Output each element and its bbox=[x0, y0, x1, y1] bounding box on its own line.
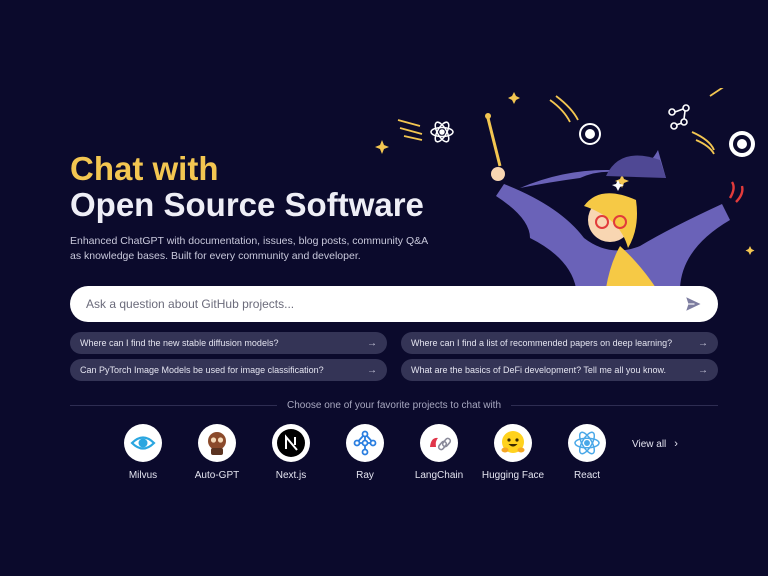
arrow-right-icon: → bbox=[698, 364, 708, 376]
octocat-icon bbox=[729, 131, 755, 157]
view-all-label: View all bbox=[632, 438, 667, 450]
hero-title-accent: Chat with bbox=[70, 150, 219, 187]
sparkle-icon bbox=[745, 246, 755, 255]
react-atom-icon bbox=[568, 424, 606, 462]
project-react[interactable]: React bbox=[550, 424, 624, 484]
project-hugging-face[interactable]: Hugging Face bbox=[476, 424, 550, 484]
milvus-eye-icon bbox=[124, 424, 162, 462]
project-langchain[interactable]: LangChain bbox=[402, 424, 476, 484]
project-list: Milvus Auto-GPT Next.js Ray LangChain Hu… bbox=[106, 424, 624, 484]
project-name: Next.js bbox=[275, 470, 307, 481]
hugging-face-emoji-icon bbox=[494, 424, 532, 462]
arrow-right-icon: → bbox=[698, 337, 708, 349]
suggestion-chip[interactable]: Where can I find the new stable diffusio… bbox=[70, 332, 387, 354]
projects-divider: Choose one of your favorite projects to … bbox=[70, 398, 719, 412]
project-name: Hugging Face bbox=[481, 470, 545, 481]
project-name: Milvus bbox=[128, 470, 158, 481]
search-bar bbox=[70, 286, 718, 322]
project-ray[interactable]: Ray bbox=[328, 424, 402, 484]
langchain-parrot-icon bbox=[420, 424, 458, 462]
auto-gpt-robot-icon bbox=[198, 424, 236, 462]
atom-icon bbox=[430, 121, 454, 143]
search-input[interactable] bbox=[86, 297, 682, 311]
project-name: Auto-GPT bbox=[194, 470, 240, 481]
suggestion-text: Where can I find a list of recommended p… bbox=[411, 338, 673, 348]
suggestion-text: What are the basics of DeFi development?… bbox=[411, 365, 666, 375]
divider-line bbox=[511, 404, 719, 406]
chevron-right-icon: › bbox=[674, 438, 678, 450]
project-auto-gpt[interactable]: Auto-GPT bbox=[180, 424, 254, 484]
project-name: Ray bbox=[356, 470, 374, 481]
arrow-right-icon: → bbox=[367, 337, 377, 349]
project-name: React bbox=[573, 470, 601, 481]
view-all-link[interactable]: View all › bbox=[632, 438, 678, 450]
suggestion-chip[interactable]: What are the basics of DeFi development?… bbox=[401, 359, 718, 381]
send-button[interactable] bbox=[682, 293, 704, 315]
project-nextjs[interactable]: Next.js bbox=[254, 424, 328, 484]
arrow-right-icon: → bbox=[367, 364, 377, 376]
hero-title: Open Source Software bbox=[70, 186, 424, 223]
suggestion-text: Where can I find the new stable diffusio… bbox=[80, 338, 279, 348]
send-icon bbox=[686, 297, 701, 311]
suggestion-text: Can PyTorch Image Models be used for ima… bbox=[80, 365, 324, 375]
suggestion-chip[interactable]: Can PyTorch Image Models be used for ima… bbox=[70, 359, 387, 381]
magic-wand bbox=[486, 117, 502, 167]
nextjs-n-icon bbox=[272, 424, 310, 462]
projects-heading: Choose one of your favorite projects to … bbox=[287, 399, 502, 411]
sparkle-icon bbox=[508, 92, 520, 104]
sparkle-icon bbox=[375, 140, 389, 154]
graph-nodes-icon bbox=[668, 104, 690, 130]
eye-target-icon bbox=[579, 123, 601, 145]
project-name: LangChain bbox=[414, 470, 464, 481]
hero-subtitle: Enhanced ChatGPT with documentation, iss… bbox=[70, 235, 428, 262]
divider-line bbox=[70, 404, 277, 406]
ray-graph-icon bbox=[346, 424, 384, 462]
project-milvus[interactable]: Milvus bbox=[106, 424, 180, 484]
suggestion-chip[interactable]: Where can I find a list of recommended p… bbox=[401, 332, 718, 354]
